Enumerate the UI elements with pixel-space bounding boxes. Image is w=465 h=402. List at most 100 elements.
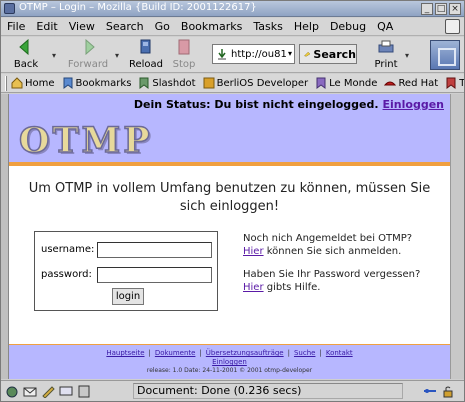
mail-icon[interactable] <box>23 385 37 398</box>
forgot-info: Haben Sie Ihr Password vergessen? Hier g… <box>243 268 443 294</box>
menu-edit[interactable]: Edit <box>36 20 57 33</box>
menu-file[interactable]: File <box>7 20 25 33</box>
footer-link-einloggen[interactable]: Einloggen <box>212 358 247 366</box>
bookmark-label: Le Monde <box>329 77 378 89</box>
footer-links: Hauptseite | Dokumente | Übersetzungsaufträg… <box>106 349 353 366</box>
footer-link-hauptseite[interactable]: Hauptseite <box>106 349 144 357</box>
vertical-scrollbar[interactable] <box>450 94 464 379</box>
back-arrow-icon <box>19 38 29 56</box>
bookmarks-icon <box>63 77 73 89</box>
print-button[interactable]: Print <box>371 39 401 70</box>
password-label: password: <box>41 269 92 280</box>
search-icon <box>304 51 311 57</box>
bookmark-berlios[interactable]: BerliOS Developer <box>203 77 308 89</box>
navigator-icon[interactable] <box>5 385 19 398</box>
register-info: Noch nich Angemeldet bei OTMP? Hier könn… <box>243 232 443 258</box>
berlios-icon <box>203 77 215 89</box>
register-link[interactable]: Hier <box>243 246 264 257</box>
window-title: OTMP – Login – Mozilla {Build ID: 200112… <box>19 2 257 13</box>
login-status-text: Dein Status: Du bist nicht eingelogged. <box>133 97 379 111</box>
sidebar-toggle[interactable] <box>1 94 9 379</box>
stop-icon <box>178 39 190 55</box>
status-text: Document: Done (0.236 secs) <box>133 383 403 399</box>
back-button[interactable]: Back <box>9 38 43 70</box>
register-text: können Sie sich anmelden. <box>263 246 402 257</box>
security-lock-icon[interactable] <box>441 385 455 398</box>
reload-label: Reload <box>129 59 164 70</box>
url-field[interactable]: http://ou81 ▾ <box>212 44 295 64</box>
bookmark-label: Bookmarks <box>75 77 132 89</box>
home-icon <box>11 77 23 89</box>
toolbar-grip[interactable] <box>5 75 7 91</box>
site-banner: OTMP <box>9 114 450 162</box>
stop-label: Stop <box>172 59 196 70</box>
forward-arrow-icon <box>85 38 95 56</box>
page-headline: Um OTMP in vollem Umfang benutzen zu kön… <box>28 181 431 214</box>
menu-help[interactable]: Help <box>294 20 319 33</box>
forgot-link[interactable]: Hier <box>243 282 264 293</box>
throbber-icon[interactable] <box>430 40 460 70</box>
connection-icon <box>424 389 436 393</box>
mozilla-logo-icon <box>445 19 460 34</box>
menu-qa[interactable]: QA <box>377 20 393 33</box>
register-question: Noch nich Angemeldet bei OTMP? <box>243 233 413 244</box>
bookmark-bookmarks[interactable]: Bookmarks <box>62 77 132 89</box>
address-book-icon[interactable] <box>77 385 91 398</box>
bookmark-red-hat[interactable]: Red Hat <box>384 77 438 89</box>
chat-icon[interactable] <box>59 385 73 398</box>
print-dropdown-icon[interactable]: ▾ <box>405 51 409 60</box>
login-status-bar: Dein Status: Du bist nicht eingelogged. … <box>9 94 450 114</box>
forward-button[interactable]: Forward <box>65 38 111 70</box>
print-label: Print <box>374 59 398 70</box>
reload-button[interactable]: Reload <box>129 39 163 70</box>
menu-debug[interactable]: Debug <box>330 20 366 33</box>
footer-link-kontakt[interactable]: Kontakt <box>326 349 353 357</box>
maximize-button[interactable]: □ <box>435 3 447 15</box>
bookmark-icon <box>316 77 326 89</box>
back-dropdown-icon[interactable]: ▾ <box>52 51 56 60</box>
bookmark-slashdot[interactable]: Slashdot <box>138 77 196 89</box>
bookmark-label: Red Hat <box>398 77 439 89</box>
bookmark-home[interactable]: Home <box>11 77 55 89</box>
footer-link-dokumente[interactable]: Dokumente <box>155 349 196 357</box>
menu-bar: File Edit View Search Go Bookmarks Tasks… <box>1 18 464 36</box>
einloggen-link[interactable]: Einloggen <box>383 98 444 111</box>
menu-view[interactable]: View <box>69 20 95 33</box>
page-content: Dein Status: Du bist nicht eingelogged. … <box>9 94 450 379</box>
navigation-toolbar: Back ▾ Forward ▾ Reload Stop http://ou81… <box>1 37 464 73</box>
password-input[interactable] <box>97 267 212 283</box>
page-footer: Hauptseite | Dokumente | Übersetzungsaufträg… <box>9 344 450 379</box>
printer-icon <box>378 40 394 53</box>
reload-icon <box>140 39 151 54</box>
bookmark-icon <box>139 77 149 89</box>
menu-bookmarks[interactable]: Bookmarks <box>181 20 242 33</box>
bookmark-tu[interactable]: TU <box>445 77 464 89</box>
forward-dropdown-icon[interactable]: ▾ <box>115 51 119 60</box>
minimize-button[interactable]: _ <box>421 3 433 15</box>
personal-toolbar: Home Bookmarks Slashdot BerliOS Develope… <box>1 74 464 93</box>
forgot-text: gibts Hilfe. <box>263 282 321 293</box>
composer-icon[interactable] <box>41 385 55 398</box>
username-label: username: <box>41 244 95 255</box>
username-input[interactable] <box>97 242 212 258</box>
close-button[interactable]: × <box>449 3 461 15</box>
status-bar: Document: Done (0.236 secs) <box>1 380 464 401</box>
footer-link-suche[interactable]: Suche <box>294 349 315 357</box>
search-button[interactable]: Search <box>299 44 357 64</box>
url-dropdown-icon[interactable]: ▾ <box>288 49 292 58</box>
bookmark-label: Slashdot <box>152 77 196 89</box>
menu-search[interactable]: Search <box>106 20 144 33</box>
forward-label: Forward <box>67 59 109 70</box>
title-bar[interactable]: OTMP – Login – Mozilla {Build ID: 200112… <box>1 1 464 17</box>
menu-tasks[interactable]: Tasks <box>253 20 282 33</box>
login-button[interactable]: login <box>112 288 144 305</box>
stop-button[interactable]: Stop <box>171 39 197 70</box>
bookmark-le-monde[interactable]: Le Monde <box>315 77 377 89</box>
divider <box>9 162 450 166</box>
url-text: http://ou81 <box>231 48 287 60</box>
menu-go[interactable]: Go <box>155 20 170 33</box>
window-menu-icon[interactable] <box>4 3 15 14</box>
login-form: username: password: login <box>34 231 218 311</box>
footer-link-uebersetzung[interactable]: Übersetzungsaufträge <box>206 349 284 357</box>
page-proxy-icon <box>218 49 226 60</box>
